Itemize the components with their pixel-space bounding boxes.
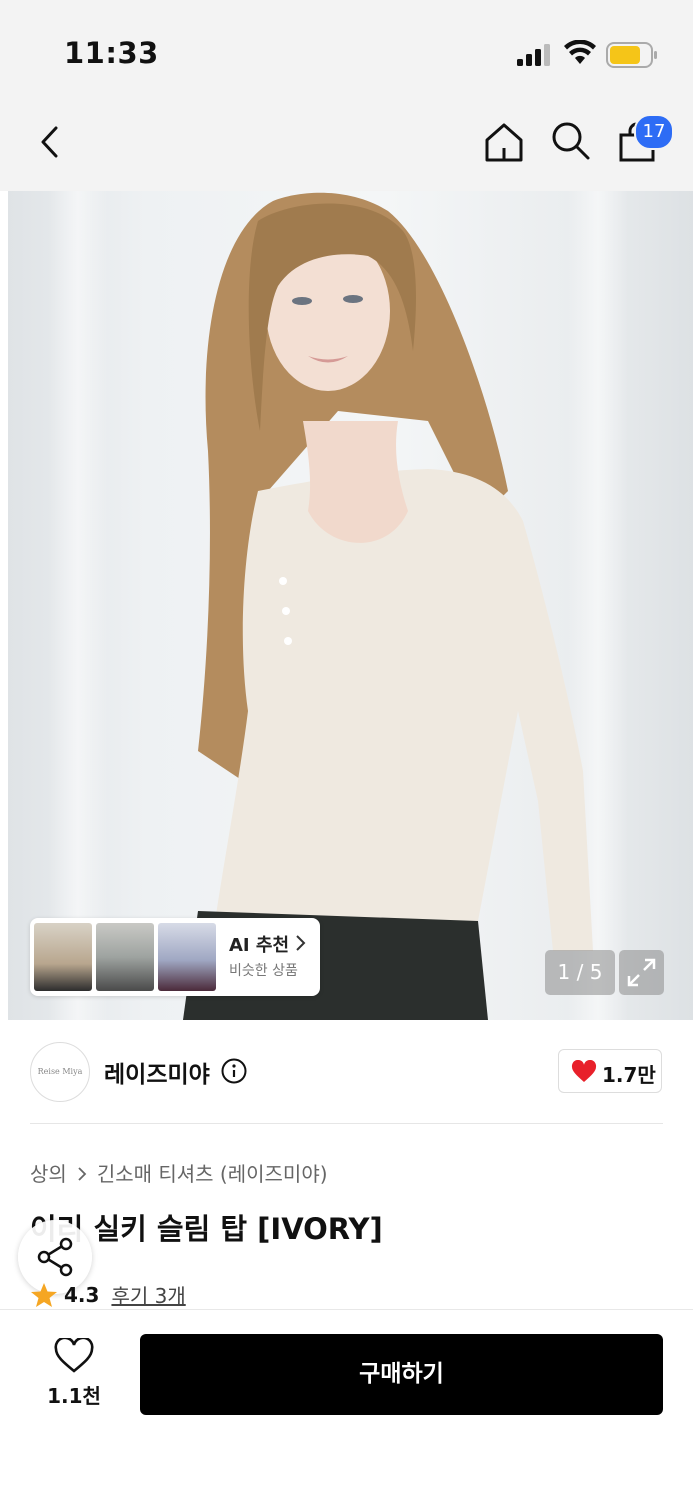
breadcrumb-subcategory[interactable]: 긴소매 티셔츠 (레이즈미야) (97, 1162, 328, 1186)
info-icon[interactable] (221, 1058, 247, 1084)
cart-count-badge: 17 (634, 114, 674, 150)
status-time: 11:33 (64, 36, 159, 70)
expand-icon (627, 958, 656, 987)
chevron-left-icon[interactable] (36, 122, 70, 162)
expand-button[interactable] (619, 950, 664, 995)
brand-like-button[interactable]: 1.7만 (558, 1049, 662, 1093)
share-icon (37, 1237, 73, 1277)
image-page-indicator: 1 / 5 (545, 950, 615, 995)
rating-value: 4.3 (64, 1282, 100, 1307)
breadcrumb-category[interactable]: 상의 (30, 1162, 67, 1186)
rating-row: 4.3 후기 3개 (30, 1280, 186, 1309)
chevron-right-icon (78, 1167, 87, 1181)
buy-button[interactable]: 구매하기 (140, 1334, 663, 1415)
product-image[interactable] (8, 191, 693, 1020)
divider (30, 1123, 663, 1124)
brand-logo[interactable]: Reise Miya (30, 1042, 90, 1102)
breadcrumb: 상의 긴소매 티셔츠 (레이즈미야) (30, 1158, 328, 1187)
home-icon[interactable] (482, 120, 526, 164)
ai-recommend-subtitle: 비슷한 상품 (229, 963, 298, 979)
similar-product-thumbnail[interactable] (158, 923, 216, 991)
ai-recommend-card[interactable]: AI 추천 비슷한 상품 (30, 918, 320, 996)
brand-like-count: 1.7만 (602, 1063, 656, 1087)
cellular-signal-icon (517, 44, 550, 66)
model-photo (183, 192, 593, 1020)
review-count-link[interactable]: 후기 3개 (111, 1280, 185, 1309)
wifi-icon (564, 40, 596, 64)
wishlist-count: 1.1천 (47, 1384, 101, 1408)
heart-outline-icon[interactable] (54, 1338, 94, 1374)
similar-product-thumbnail[interactable] (96, 923, 154, 991)
battery-icon (606, 42, 657, 68)
status-bar: 11:33 (0, 0, 693, 100)
star-icon (31, 1282, 57, 1307)
search-icon[interactable] (549, 119, 591, 161)
chevron-right-icon (296, 935, 306, 951)
ai-recommend-title: AI 추천 (229, 935, 290, 956)
similar-product-thumbnail[interactable] (34, 923, 92, 991)
heart-icon (571, 1060, 597, 1082)
brand-name[interactable]: 레이즈미야 (104, 1055, 210, 1089)
top-nav-bar (0, 100, 693, 191)
